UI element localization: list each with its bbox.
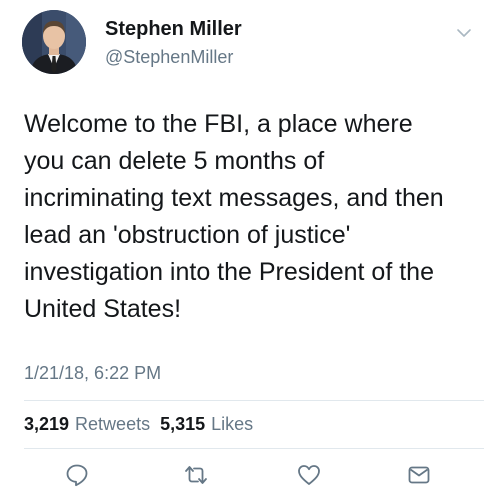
tweet-card: Stephen Miller @StephenMiller Welcome to… [0,0,497,500]
reply-icon[interactable] [64,462,90,488]
heart-icon[interactable] [296,462,322,488]
tweet-timestamp[interactable]: 1/21/18, 6:22 PM [24,363,161,384]
divider [24,448,484,449]
direct-message-icon[interactable] [406,462,432,488]
likes-label[interactable]: Likes [211,414,253,434]
retweet-icon[interactable] [183,462,209,488]
engagement-stats: 3,219 Retweets 5,315 Likes [24,414,253,435]
avatar[interactable] [22,10,86,74]
divider [24,400,484,401]
retweets-label[interactable]: Retweets [75,414,150,434]
chevron-down-icon[interactable] [456,26,472,38]
tweet-text: Welcome to the FBI, a place where you ca… [24,110,444,323]
retweets-count[interactable]: 3,219 [24,414,69,434]
user-handle[interactable]: @StephenMiller [105,47,233,68]
likes-count[interactable]: 5,315 [160,414,205,434]
avatar-image [22,10,86,74]
display-name[interactable]: Stephen Miller [105,18,242,41]
